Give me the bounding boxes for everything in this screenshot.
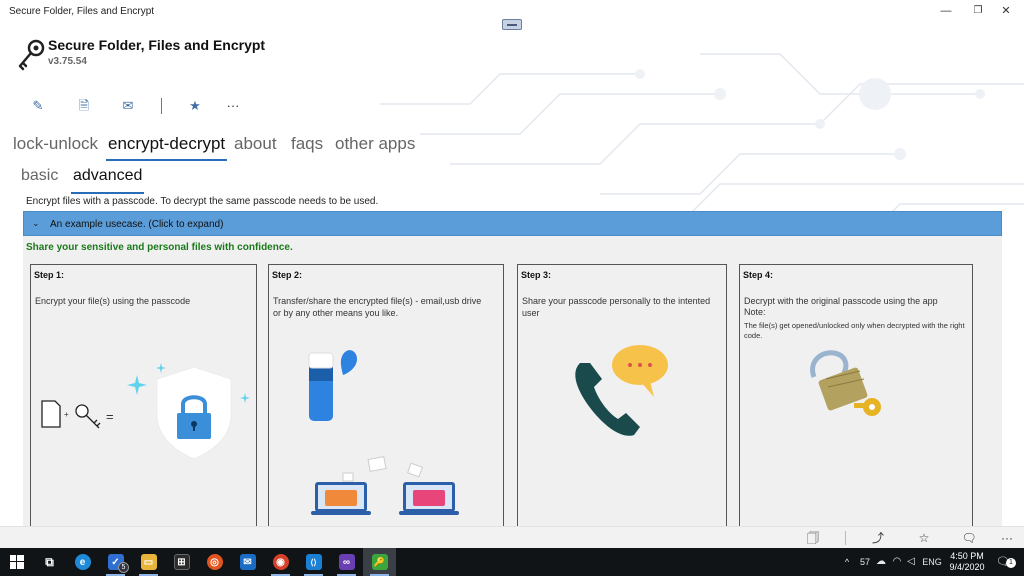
weather-cloud-icon[interactable]: ☁: [874, 548, 888, 576]
expander-label: An example usecase. (Click to expand): [50, 219, 224, 230]
share-icon[interactable]: ⤴: [869, 530, 887, 546]
page-description: Encrypt files with a passcode. To decryp…: [26, 196, 379, 207]
tab-about[interactable]: about: [234, 134, 277, 154]
ubuntu-icon: ◎: [206, 554, 223, 570]
more-icon[interactable]: ···: [223, 96, 243, 116]
taskbar-ubuntu[interactable]: ◎: [198, 548, 231, 576]
taskbar-edge[interactable]: e: [66, 548, 99, 576]
step-note-text: The file(s) get opened/unlocked only whe…: [744, 321, 965, 340]
tab-other-apps[interactable]: other apps: [335, 134, 415, 154]
more-icon[interactable]: ···: [998, 530, 1016, 546]
step-title: Step 3:: [521, 270, 552, 280]
taskbar-visual-studio[interactable]: ∞: [330, 548, 363, 576]
step-text-continued: or by any other means you like.: [273, 308, 399, 318]
store-icon: ⊞: [173, 554, 190, 570]
step-card-4: Step 4: Decrypt with the original passco…: [739, 264, 973, 534]
usecase-expander[interactable]: ⌄ An example usecase. (Click to expand): [23, 211, 1002, 236]
mail-app-icon: ✉: [239, 554, 256, 570]
key-lock-icon: [18, 39, 45, 71]
windows-logo-icon: [9, 555, 24, 569]
tagline: Share your sensitive and personal files …: [26, 242, 293, 253]
taskbar-vscode[interactable]: ⟨⟩: [297, 548, 330, 576]
vscode-icon: ⟨⟩: [305, 554, 322, 570]
step-text: Transfer/share the encrypted file(s) - e…: [273, 296, 482, 306]
tab-faqs[interactable]: faqs: [291, 134, 323, 154]
file-plus-key-shield-illustration: +: [41, 363, 250, 460]
feedback-icon[interactable]: 🗨: [960, 530, 978, 546]
wifi-icon[interactable]: ◠: [890, 548, 904, 576]
tab-lock-unlock[interactable]: lock-unlock: [13, 134, 98, 154]
step-note-label: Note:: [744, 307, 766, 317]
mail-icon[interactable]: ✉: [118, 96, 138, 116]
taskbar-todo[interactable]: ✓: [99, 548, 132, 576]
equals-sign: =: [106, 409, 114, 424]
document-lock-icon[interactable]: 🗎: [74, 96, 94, 116]
chevron-down-icon: ⌄: [32, 218, 40, 228]
usecase-panel: Share your sensitive and personal files …: [23, 236, 1002, 534]
volume-icon[interactable]: ◁: [904, 548, 918, 576]
step-text: Share your passcode personally to the in…: [522, 296, 711, 318]
taskbar-mail[interactable]: ✉: [231, 548, 264, 576]
task-view-button[interactable]: ⧉: [33, 548, 66, 576]
notification-count-badge: 1: [1006, 558, 1016, 568]
taskbar-secure-folder[interactable]: 🔑: [363, 548, 396, 576]
step-title: Step 4:: [743, 270, 774, 280]
phone-and-chat-illustration: [575, 345, 668, 436]
step-card-1: Step 1: Encrypt your file(s) using the p…: [30, 264, 257, 534]
app-version: v3.75.54: [48, 56, 87, 67]
visual-studio-icon: ∞: [338, 554, 355, 570]
step-text: Decrypt with the original passcode using…: [744, 296, 938, 306]
toolbar-separator: [161, 98, 162, 114]
window-title: Secure Folder, Files and Encrypt: [9, 6, 155, 17]
tray-overflow-chevron-icon[interactable]: ^: [840, 548, 854, 576]
minimize-button[interactable]: —: [936, 3, 956, 19]
bottom-command-bar: 🗍 ⤴ ☆ 🗨 ···: [0, 526, 1024, 548]
favorite-icon[interactable]: ☆: [915, 530, 933, 546]
tab-encrypt-decrypt[interactable]: encrypt-decrypt: [105, 134, 228, 161]
todo-count-badge: 5: [118, 562, 129, 573]
edge-icon: e: [74, 554, 91, 570]
start-button[interactable]: [0, 548, 33, 576]
taskbar-store[interactable]: ⊞: [165, 548, 198, 576]
clock-date: 9/4/2020: [949, 562, 985, 572]
weather-temperature[interactable]: 57: [856, 548, 874, 576]
taskbar-file-explorer[interactable]: ▭: [132, 548, 165, 576]
svg-text:+: +: [64, 410, 69, 419]
unlocked-padlock-illustration: [810, 350, 881, 416]
subtab-advanced[interactable]: advanced: [70, 167, 145, 194]
language-indicator[interactable]: ENG: [920, 548, 944, 576]
command-separator: [845, 531, 846, 545]
restore-button[interactable]: ❐: [968, 3, 988, 19]
clock-time: 4:50 PM: [950, 551, 984, 561]
taskbar-chrome[interactable]: ◉: [264, 548, 297, 576]
step-card-2: Step 2: Transfer/share the encrypted fil…: [268, 264, 504, 534]
step-title: Step 2:: [272, 270, 303, 280]
pencil-icon[interactable]: ✎: [28, 96, 48, 116]
file-explorer-icon: ▭: [140, 554, 157, 570]
app-title: Secure Folder, Files and Encrypt: [48, 37, 266, 53]
step-card-3: Step 3: Share your passcode personally t…: [517, 264, 727, 534]
subtab-basic[interactable]: basic: [21, 167, 58, 185]
step-text: Encrypt your file(s) using the passcode: [35, 296, 191, 306]
close-button[interactable]: ✕: [996, 3, 1016, 19]
usb-and-laptops-illustration: [308, 350, 459, 515]
clipboard-lock-icon[interactable]: 🗍: [804, 530, 822, 546]
secure-folder-app-icon: 🔑: [371, 554, 388, 570]
star-icon[interactable]: ★: [185, 96, 205, 116]
taskbar-clock[interactable]: 4:50 PM 9/4/2020: [946, 551, 988, 573]
task-view-icon: ⧉: [45, 554, 54, 569]
windows-taskbar: ⧉ e ✓ 5 ▭ ⊞ ◎ ✉ ◉ ⟨⟩ ∞ 🔑 ^ 57 ☁ ◠ ◁ ENG …: [0, 548, 1024, 576]
step-title: Step 1:: [34, 270, 65, 280]
chrome-icon: ◉: [272, 554, 289, 570]
